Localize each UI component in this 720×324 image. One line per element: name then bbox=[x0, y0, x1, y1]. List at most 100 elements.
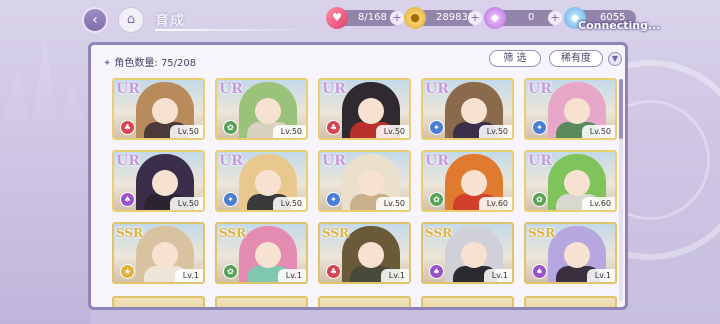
character-card[interactable]: UR ✿ Lv.60 bbox=[524, 150, 617, 212]
character-card[interactable]: SSR ★ Lv.1 bbox=[112, 222, 205, 284]
rarity-badge: UR bbox=[116, 81, 140, 97]
connecting-status: Connecting... bbox=[578, 19, 661, 32]
attribute-icon: ✿ bbox=[223, 264, 238, 279]
page-title: 育成 bbox=[155, 13, 185, 29]
attribute-icon: ♠ bbox=[532, 264, 547, 279]
home-icon: ⌂ bbox=[126, 12, 136, 27]
rarity-badge: UR bbox=[425, 81, 449, 97]
back-button[interactable]: ‹ bbox=[82, 7, 108, 33]
stamina-value: 8/168 bbox=[358, 12, 387, 23]
next-row-cards bbox=[112, 296, 617, 307]
sort-rarity-button[interactable]: 稀有度 bbox=[549, 50, 603, 67]
character-face bbox=[564, 98, 590, 124]
gold-add-button[interactable]: + bbox=[468, 11, 482, 25]
gem-add-button[interactable]: + bbox=[548, 11, 562, 25]
sort-order-toggle[interactable]: ▼ bbox=[608, 52, 622, 66]
filter-button[interactable]: 筛 选 bbox=[489, 50, 541, 67]
character-card[interactable]: UR ♣ Lv.50 bbox=[112, 78, 205, 140]
attribute-icon: ✿ bbox=[532, 192, 547, 207]
attribute-icon: ★ bbox=[120, 264, 135, 279]
stamina-counter: ♥ 8/168 + bbox=[326, 7, 404, 29]
back-arrow-icon: ‹ bbox=[92, 12, 98, 28]
character-face bbox=[461, 98, 487, 124]
character-face bbox=[358, 98, 384, 124]
level-label: Lv.1 bbox=[380, 269, 409, 282]
character-card[interactable]: UR ♠ Lv.50 bbox=[112, 150, 205, 212]
character-card[interactable]: UR ♣ Lv.50 bbox=[318, 78, 411, 140]
attribute-icon: ✦ bbox=[326, 192, 341, 207]
character-face bbox=[152, 170, 178, 196]
gem-value: 0 bbox=[528, 12, 535, 23]
attribute-icon: ♠ bbox=[429, 264, 444, 279]
gem-icon: ◆ bbox=[484, 7, 506, 29]
character-card[interactable]: UR ✦ Lv.50 bbox=[421, 78, 514, 140]
level-label: Lv.60 bbox=[581, 197, 615, 210]
character-card[interactable]: SSR ♠ Lv.1 bbox=[524, 222, 617, 284]
character-face bbox=[564, 170, 590, 196]
home-button[interactable]: ⌂ bbox=[118, 7, 144, 33]
character-count: ✦ 角色数量: 75/208 bbox=[103, 54, 196, 69]
character-face bbox=[255, 242, 281, 268]
character-card[interactable]: UR ✦ Lv.50 bbox=[318, 150, 411, 212]
level-label: Lv.60 bbox=[478, 197, 512, 210]
panel-header: ✦ 角色数量: 75/208 筛 选 稀有度 ▼ bbox=[91, 45, 625, 75]
sparkle-icon: ✦ bbox=[103, 58, 112, 69]
character-card[interactable]: UR ✿ Lv.60 bbox=[421, 150, 514, 212]
rarity-badge: UR bbox=[322, 81, 346, 97]
scrollbar-thumb[interactable] bbox=[619, 79, 623, 139]
level-label: Lv.50 bbox=[581, 125, 615, 138]
character-count-text: 角色数量: 75/208 bbox=[114, 58, 197, 69]
attribute-icon: ♣ bbox=[120, 120, 135, 135]
rarity-badge: SSR bbox=[116, 226, 144, 240]
level-label: Lv.50 bbox=[169, 125, 203, 138]
rarity-badge: UR bbox=[219, 153, 243, 169]
gem-counter: ◆ 0 + bbox=[484, 7, 562, 29]
stamina-add-button[interactable]: + bbox=[390, 11, 404, 25]
level-label: Lv.50 bbox=[375, 125, 409, 138]
character-card-partial[interactable] bbox=[421, 296, 514, 307]
rarity-badge: UR bbox=[528, 81, 552, 97]
level-label: Lv.1 bbox=[483, 269, 512, 282]
top-bar: ‹ ⌂ 育成 ♥ 8/168 + ● 289830 + ◆ 0 + ◆ 6055… bbox=[0, 0, 720, 36]
character-face bbox=[461, 170, 487, 196]
character-card-partial[interactable] bbox=[112, 296, 205, 307]
rarity-badge: UR bbox=[116, 153, 140, 169]
character-face bbox=[152, 98, 178, 124]
level-label: Lv.50 bbox=[169, 197, 203, 210]
scrollbar[interactable] bbox=[619, 79, 623, 301]
rarity-badge: UR bbox=[528, 153, 552, 169]
level-label: Lv.1 bbox=[277, 269, 306, 282]
character-grid: UR ♣ Lv.50 UR ✿ Lv.50 UR ♣ Lv.50 UR ✦ Lv.50 UR ✦ Lv.50… bbox=[112, 78, 617, 284]
character-card-partial[interactable] bbox=[524, 296, 617, 307]
character-card[interactable]: SSR ✿ Lv.1 bbox=[215, 222, 308, 284]
character-card-partial[interactable] bbox=[215, 296, 308, 307]
character-card[interactable]: UR ✦ Lv.50 bbox=[215, 150, 308, 212]
attribute-icon: ♠ bbox=[120, 192, 135, 207]
character-face bbox=[255, 98, 281, 124]
character-card[interactable]: UR ✿ Lv.50 bbox=[215, 78, 308, 140]
character-card[interactable]: UR ✦ Lv.50 bbox=[524, 78, 617, 140]
rarity-badge: SSR bbox=[219, 226, 247, 240]
level-label: Lv.50 bbox=[375, 197, 409, 210]
character-face bbox=[358, 242, 384, 268]
level-label: Lv.50 bbox=[478, 125, 512, 138]
chevron-down-icon: ▼ bbox=[611, 54, 619, 63]
title-underline bbox=[155, 29, 315, 31]
character-card[interactable]: SSR ♠ Lv.1 bbox=[421, 222, 514, 284]
stamina-icon: ♥ bbox=[326, 7, 348, 29]
character-face bbox=[358, 170, 384, 196]
attribute-icon: ✦ bbox=[532, 120, 547, 135]
background-castle bbox=[0, 40, 90, 324]
level-label: Lv.50 bbox=[272, 197, 306, 210]
gold-coin-icon: ● bbox=[404, 7, 426, 29]
character-card-partial[interactable] bbox=[318, 296, 411, 307]
attribute-icon: ✦ bbox=[223, 192, 238, 207]
character-face bbox=[255, 170, 281, 196]
level-label: Lv.50 bbox=[272, 125, 306, 138]
character-card[interactable]: SSR ♣ Lv.1 bbox=[318, 222, 411, 284]
level-label: Lv.1 bbox=[586, 269, 615, 282]
character-face bbox=[564, 242, 590, 268]
character-face bbox=[152, 242, 178, 268]
rarity-badge: SSR bbox=[322, 226, 350, 240]
attribute-icon: ✦ bbox=[429, 120, 444, 135]
